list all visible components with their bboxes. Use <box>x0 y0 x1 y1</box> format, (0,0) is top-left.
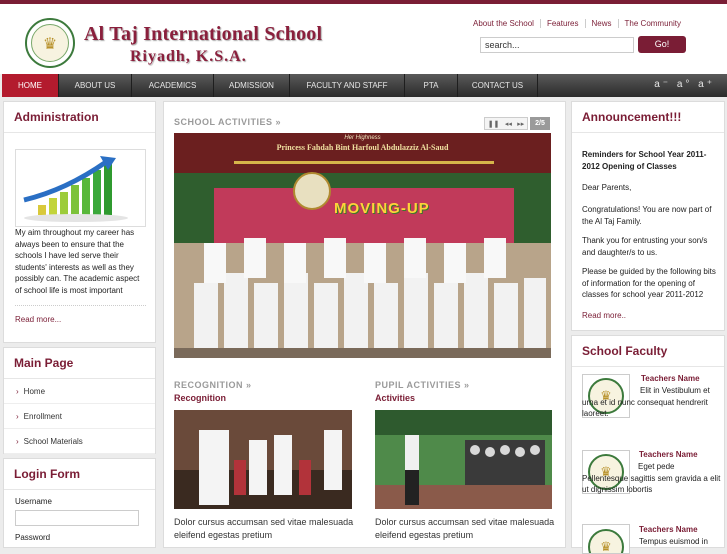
graduation-photo-image <box>174 133 551 358</box>
faculty-text-2: Eget pede Pellentesque sagittis sem grav… <box>582 462 721 494</box>
banner-line1: Her Highness <box>344 135 381 141</box>
recognition-image <box>174 410 352 509</box>
recognition-photo[interactable] <box>174 410 352 509</box>
faculty-title: School Faculty <box>572 336 724 367</box>
nav-pta[interactable]: PTA <box>405 74 458 97</box>
next-icon[interactable]: ▸▸ <box>517 120 524 128</box>
prev-icon[interactable]: ◂◂ <box>505 120 512 128</box>
announcement-title: Announcement!!! <box>572 102 724 133</box>
pupil-activities-title[interactable]: Activities <box>375 393 415 403</box>
nav-admission[interactable]: ADMISSION <box>214 74 290 97</box>
banner-sign: MOVING-UP <box>334 200 430 217</box>
slide-counter: 2/5 <box>530 117 550 130</box>
nav-home[interactable]: HOME <box>2 74 59 97</box>
school-seal-icon: ♛ <box>588 529 624 553</box>
top-link-news[interactable]: News <box>584 19 618 28</box>
slider-controls: ❚❚ ◂◂ ▸▸ <box>484 117 528 130</box>
username-field[interactable] <box>15 510 139 526</box>
nav-contact-us[interactable]: CONTACT US <box>458 74 538 97</box>
username-label: Username <box>15 497 52 506</box>
faculty-name-2[interactable]: Teachers Name <box>639 450 698 459</box>
search-input[interactable] <box>480 37 634 53</box>
announcement-p4: Please be guided by the following bits o… <box>582 267 716 299</box>
school-city: Riyadh, K.S.A. <box>130 48 247 65</box>
center-content: SCHOOL ACTIVITIES » ❚❚ ◂◂ ▸▸ 2/5 Her Hig… <box>163 101 566 548</box>
menu-item-home[interactable]: Home <box>4 379 155 404</box>
faculty-name-3[interactable]: Teachers Name <box>639 525 698 534</box>
school-name: Al Taj International School <box>84 23 323 45</box>
nav-about-us[interactable]: ABOUT US <box>59 74 132 97</box>
faculty-name-1[interactable]: Teachers Name <box>641 374 700 383</box>
site-header: ♛ Al Taj International School Riyadh, K.… <box>0 4 727 74</box>
top-link-features[interactable]: Features <box>539 19 585 28</box>
banner-line2: Princess Fahdah Bint Harfoul Abdulazziz … <box>276 143 449 152</box>
top-link-about[interactable]: About the School <box>467 19 540 28</box>
pause-icon[interactable]: ❚❚ <box>488 120 500 128</box>
crown-icon: ♛ <box>31 24 69 62</box>
announcement-box: Announcement!!! Reminders for School Yea… <box>571 101 725 331</box>
login-box: Login Form Username Password <box>3 458 156 548</box>
main-page-box: Main Page Home Enrollment School Materia… <box>3 347 156 454</box>
announcement-p2: Congratulations! You are now part of the… <box>582 205 712 226</box>
administration-box: Administration My aim throughout my care… <box>3 101 156 343</box>
administration-text: My aim throughout my career has always b… <box>15 228 140 295</box>
search-go-button[interactable]: Go! <box>638 36 686 53</box>
faculty-text-1: Elit in Vestibulum et urna et id nunc co… <box>582 386 710 418</box>
growth-chart-image <box>15 149 146 227</box>
top-links: About the School Features News The Commu… <box>467 19 687 28</box>
announcement-p1: Dear Parents, <box>582 183 632 192</box>
administration-title: Administration <box>4 102 155 133</box>
menu-item-school-materials[interactable]: School Materials <box>4 429 155 454</box>
faculty-box: School Faculty ♛ Teachers Name Elit in V… <box>571 335 725 554</box>
pupil-activities-label[interactable]: PUPIL ACTIVITIES » <box>375 380 470 390</box>
announcement-p3: Thank you for entrusting your son/s and … <box>582 236 708 257</box>
top-link-community[interactable]: The Community <box>617 19 687 28</box>
font-size-controls[interactable]: a⁻ a° a⁺ <box>654 79 715 90</box>
recognition-title[interactable]: Recognition <box>174 393 226 403</box>
announcement-heading: Reminders for School Year 2011-2012 Open… <box>582 150 707 171</box>
announcement-read-more[interactable]: Read more.. <box>582 311 626 320</box>
main-page-title: Main Page <box>4 348 155 379</box>
menu-item-enrollment[interactable]: Enrollment <box>4 404 155 429</box>
school-activities-photo[interactable]: Her Highness Princess Fahdah Bint Harfou… <box>174 133 551 358</box>
nav-faculty-staff[interactable]: FACULTY AND STAFF <box>290 74 405 97</box>
nav-academics[interactable]: ACADEMICS <box>132 74 214 97</box>
pupil-activities-image <box>375 410 552 509</box>
recognition-text: Dolor cursus accumsan sed vitae malesuad… <box>174 517 354 540</box>
administration-read-more[interactable]: Read more... <box>15 315 61 324</box>
main-nav: HOME ABOUT US ACADEMICS ADMISSION FACULT… <box>2 74 727 97</box>
school-logo[interactable]: ♛ <box>25 18 75 68</box>
school-activities-label[interactable]: SCHOOL ACTIVITIES » <box>174 117 281 127</box>
login-title: Login Form <box>4 459 155 490</box>
pupil-activities-photo[interactable] <box>375 410 552 509</box>
faculty-text-3: Tempus euismod in <box>639 537 708 546</box>
password-label: Password <box>15 533 51 542</box>
recognition-label[interactable]: RECOGNITION » <box>174 380 252 390</box>
growth-chart-icon <box>23 156 128 222</box>
faculty-thumb-3[interactable]: ♛ <box>582 524 630 554</box>
pupil-activities-text: Dolor cursus accumsan sed vitae malesuad… <box>375 517 555 540</box>
